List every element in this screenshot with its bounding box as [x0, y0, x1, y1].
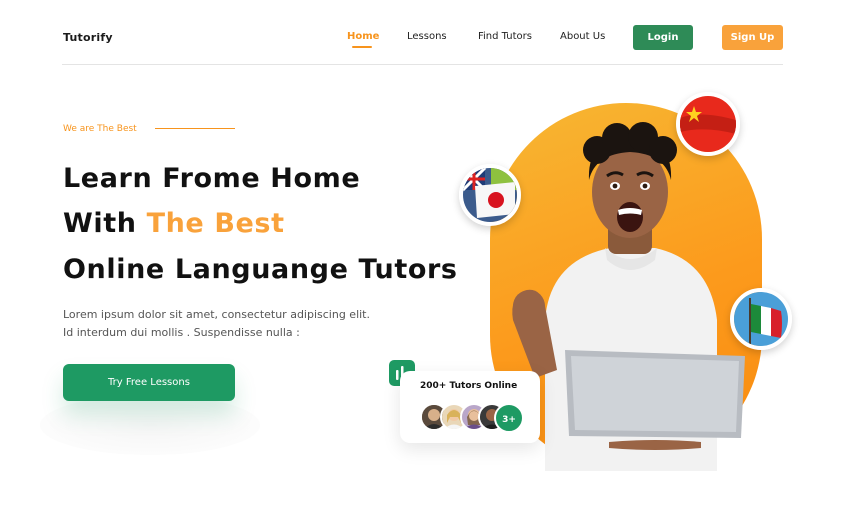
nav-divider [62, 64, 783, 65]
nav-active-indicator [352, 46, 372, 48]
signup-button[interactable]: Sign Up [722, 25, 783, 50]
top-navigation: Tutorify Home Lessons Find Tutors About … [0, 0, 845, 66]
tagline-divider [155, 128, 235, 129]
headline-accent: The Best [146, 208, 285, 239]
login-button[interactable]: Login [633, 25, 693, 50]
cta-shadow [40, 395, 260, 455]
tutors-online-card: 200+ Tutors Online 3+ [400, 371, 540, 443]
italy-flag-icon [730, 288, 792, 350]
tutors-online-title: 200+ Tutors Online [420, 381, 518, 391]
china-flag-icon [676, 92, 740, 156]
headline-line-2: With The Best [63, 208, 285, 239]
more-tutors-badge[interactable]: 3+ [494, 403, 524, 433]
hero-student-illustration [512, 122, 745, 471]
nav-item-home[interactable]: Home [347, 31, 379, 42]
hero-description-line-1: Lorem ipsum dolor sit amet, consectetur … [63, 308, 370, 321]
headline-prefix: With [63, 208, 147, 239]
nav-item-lessons[interactable]: Lessons [407, 31, 447, 42]
japan-flag-icon [459, 164, 521, 226]
headline-line-3: Online Languange Tutors [63, 254, 458, 285]
hero-description-line-2: Id interdum dui mollis . Suspendisse nul… [63, 326, 300, 339]
hero-tagline: We are The Best [63, 124, 137, 134]
brand-logo[interactable]: Tutorify [63, 31, 113, 44]
nav-item-find-tutors[interactable]: Find Tutors [478, 31, 532, 42]
headline-line-1: Learn Frome Home [63, 163, 361, 194]
try-free-lessons-button[interactable]: Try Free Lessons [63, 364, 235, 401]
nav-item-about-us[interactable]: About Us [560, 31, 605, 42]
